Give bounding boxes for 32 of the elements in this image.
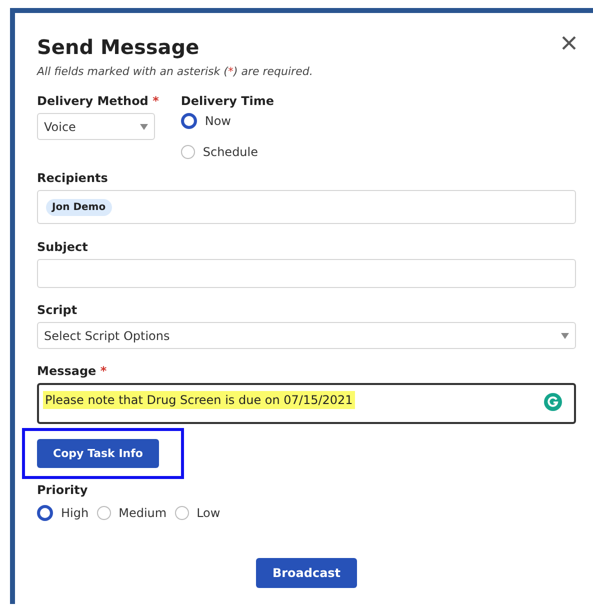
field-label: Subject bbox=[37, 240, 89, 254]
broadcast-button[interactable]: Broadcast bbox=[256, 558, 357, 588]
dialog-title: Send Message bbox=[37, 35, 200, 59]
radio-icon[interactable] bbox=[37, 505, 53, 521]
script-select[interactable]: Select Script Options bbox=[37, 322, 576, 349]
radio-icon[interactable] bbox=[180, 113, 197, 129]
copy-task-info-button[interactable]: Copy Task Info bbox=[37, 439, 159, 468]
subject-field[interactable] bbox=[37, 259, 576, 288]
radio-option[interactable]: High bbox=[37, 505, 89, 521]
recipient-chip: Jon Demo bbox=[46, 198, 112, 216]
radio-option[interactable]: Low bbox=[174, 505, 220, 521]
field-label: Script bbox=[37, 303, 78, 317]
radio-option[interactable]: Medium bbox=[96, 505, 167, 521]
radio-option[interactable]: Schedule bbox=[180, 145, 274, 159]
message-field[interactable]: Please note that Drug Screen is due on 07/15/2021 bbox=[37, 383, 576, 424]
field-label: Delivery Time bbox=[180, 94, 274, 108]
close-icon[interactable] bbox=[561, 35, 577, 51]
field-label: Recipients bbox=[37, 171, 109, 185]
caret-icon bbox=[140, 124, 148, 130]
radio-icon[interactable] bbox=[180, 145, 195, 159]
recipients-field[interactable]: Jon Demo bbox=[37, 190, 576, 224]
radio-option[interactable]: Now bbox=[180, 113, 274, 129]
caret-icon bbox=[561, 332, 569, 338]
radio-icon[interactable] bbox=[174, 506, 189, 520]
message-text: Please note that Drug Screen is due on 07/15/2021 bbox=[43, 391, 355, 409]
field-label: Delivery Method * bbox=[37, 94, 159, 108]
radio-icon[interactable] bbox=[96, 506, 111, 520]
required-note: All fields marked with an asterisk (*) are required. bbox=[37, 65, 314, 78]
grammar-icon[interactable] bbox=[544, 393, 562, 411]
field-label: Message * bbox=[37, 364, 108, 378]
delivery-method-select[interactable]: Voice bbox=[37, 113, 155, 140]
field-label: Priority bbox=[37, 483, 89, 497]
